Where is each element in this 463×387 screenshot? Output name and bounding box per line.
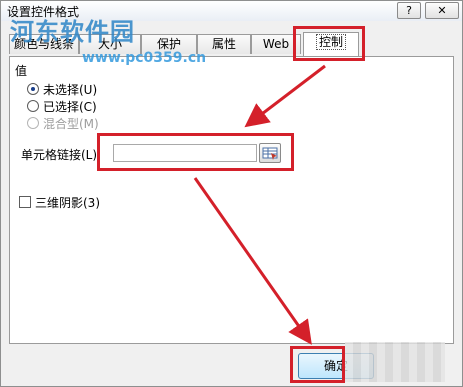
watermark-url: www.pc0359.cn bbox=[82, 50, 207, 66]
shading-checkbox-row[interactable]: 三维阴影(3) bbox=[19, 194, 100, 210]
watermark-logo: 河东软件园 bbox=[10, 18, 135, 46]
value-group-label: 值 bbox=[15, 64, 28, 78]
radio-unchecked[interactable]: 未选择(U) bbox=[27, 81, 97, 97]
range-picker-icon bbox=[262, 147, 278, 160]
radio-label: 已选择(C) bbox=[43, 99, 97, 114]
shading-label: 三维阴影(3) bbox=[35, 195, 100, 210]
tab-web[interactable]: Web bbox=[251, 34, 301, 54]
shading-checkbox[interactable] bbox=[19, 196, 31, 208]
help-button[interactable]: ? bbox=[397, 2, 421, 19]
radio-mixed: 混合型(M) bbox=[27, 115, 99, 131]
radio-label: 未选择(U) bbox=[43, 82, 98, 97]
radio-button[interactable] bbox=[27, 83, 39, 95]
tab-label: 属性 bbox=[211, 37, 236, 51]
range-select-button[interactable] bbox=[259, 143, 281, 163]
cell-link-input[interactable] bbox=[113, 144, 257, 162]
tab-label: 控制 bbox=[315, 34, 346, 50]
close-button[interactable]: ✕ bbox=[425, 2, 459, 19]
tab-label: Web bbox=[262, 37, 290, 51]
blurred-area bbox=[345, 342, 445, 382]
radio-button bbox=[27, 117, 39, 129]
tab-label: 保护 bbox=[156, 37, 181, 51]
radio-label: 混合型(M) bbox=[43, 116, 99, 131]
radio-button[interactable] bbox=[27, 100, 39, 112]
cell-link-label: 单元格链接(L): bbox=[21, 148, 102, 162]
radio-checked[interactable]: 已选择(C) bbox=[27, 98, 97, 114]
tab-control[interactable]: 控制 bbox=[303, 32, 359, 56]
format-control-dialog: 设置控件格式 ? ✕ 颜色与线条 大小 保护 属性 Web 控制 值 未选择(U… bbox=[0, 0, 463, 387]
